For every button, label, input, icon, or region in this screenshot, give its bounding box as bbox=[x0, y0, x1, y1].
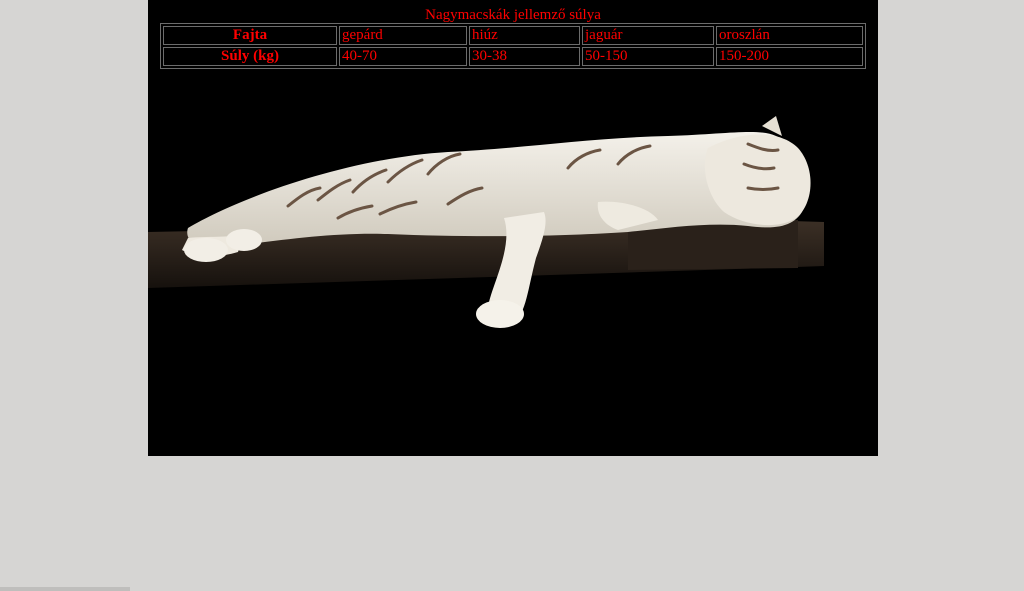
table-row-weight: Súly (kg) 40-70 30-38 50-150 150-200 bbox=[163, 47, 863, 66]
cell-species-lion: oroszlán bbox=[716, 26, 863, 45]
content-panel: Nagymacskák jellemző súlya Fajta gepárd … bbox=[148, 0, 878, 456]
row-header-weight: Súly (kg) bbox=[163, 47, 337, 66]
big-cat-weight-table: Fajta gepárd hiúz jaguár oroszlán Súly (… bbox=[160, 23, 866, 69]
cell-species-cheetah: gepárd bbox=[339, 26, 467, 45]
table-row-species: Fajta gepárd hiúz jaguár oroszlán bbox=[163, 26, 863, 45]
cell-weight-jaguar: 50-150 bbox=[582, 47, 714, 66]
cell-species-jaguar: jaguár bbox=[582, 26, 714, 45]
horizontal-scrollbar[interactable] bbox=[0, 587, 130, 591]
cell-weight-cheetah: 40-70 bbox=[339, 47, 467, 66]
table-caption: Nagymacskák jellemző súlya bbox=[425, 7, 601, 23]
cell-species-lynx: hiúz bbox=[469, 26, 580, 45]
cell-weight-lynx: 30-38 bbox=[469, 47, 580, 66]
cell-weight-lion: 150-200 bbox=[716, 47, 863, 66]
white-tiger-photo bbox=[148, 116, 824, 328]
row-header-species: Fajta bbox=[163, 26, 337, 45]
